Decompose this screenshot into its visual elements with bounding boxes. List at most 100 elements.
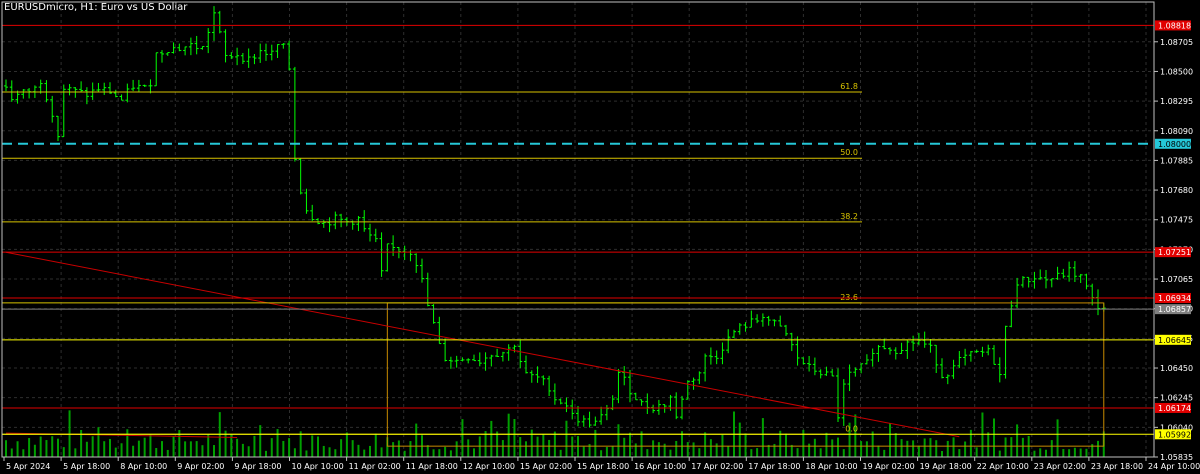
- candle: [131, 79, 136, 92]
- candle: [177, 43, 182, 52]
- price-label-text: 1.08818: [1158, 21, 1191, 30]
- x-tick-label: 18 Apr 10:00: [805, 462, 857, 471]
- candle: [963, 348, 968, 366]
- candle: [674, 392, 679, 420]
- y-tick-label: 1.08705: [1160, 38, 1193, 47]
- candle: [587, 411, 592, 428]
- x-tick-label: 5 Apr 2024: [6, 462, 50, 471]
- candle: [928, 339, 933, 353]
- fibo-level-label: 23.6: [840, 293, 858, 302]
- candle: [789, 332, 794, 352]
- x-tick-label: 12 Apr 10:00: [463, 462, 515, 471]
- candle: [96, 82, 101, 92]
- candle: [570, 399, 575, 420]
- candle: [304, 188, 309, 214]
- candle: [934, 344, 939, 373]
- candle: [795, 336, 800, 366]
- candle: [651, 404, 656, 414]
- candle: [870, 348, 875, 367]
- price-line-label: 1.08000: [1155, 138, 1191, 149]
- candle: [841, 379, 846, 426]
- x-tick-label: 22 Apr 10:00: [977, 462, 1029, 471]
- candle: [79, 81, 84, 93]
- candle: [1049, 278, 1054, 288]
- candle: [506, 344, 511, 361]
- price-line-label: 1.05992: [1155, 429, 1191, 440]
- candle: [893, 347, 898, 360]
- y-axis: 1.08705 1.08500 1.08295 1.08090 1.07885 1.076…: [1154, 20, 1193, 462]
- candle: [489, 354, 494, 367]
- candle: [1061, 268, 1066, 279]
- price-label-text: 1.07251: [1158, 248, 1191, 257]
- y-tick-label: 1.08090: [1160, 127, 1193, 136]
- candle: [997, 357, 1002, 383]
- candle: [535, 366, 540, 383]
- candle: [454, 355, 459, 368]
- candle: [1020, 276, 1025, 288]
- price-label-text: 1.06174: [1158, 404, 1191, 413]
- candle: [622, 366, 627, 386]
- candle: [50, 95, 55, 123]
- price-label-text: 1.06934: [1158, 294, 1191, 303]
- candle: [356, 215, 361, 232]
- fibo-level-label: 50.0: [840, 148, 858, 157]
- candle: [102, 82, 107, 95]
- candle: [1015, 277, 1020, 309]
- candle: [714, 350, 719, 365]
- candle: [974, 349, 979, 354]
- candle: [4, 79, 8, 92]
- candle: [888, 347, 892, 355]
- candle: [737, 323, 742, 335]
- y-tick-label: 1.08500: [1160, 67, 1193, 76]
- candle: [142, 84, 147, 88]
- candle: [639, 399, 644, 406]
- candle: [425, 272, 430, 307]
- price-label-text: 1.06857: [1158, 305, 1191, 314]
- candle: [125, 83, 130, 103]
- candle: [992, 345, 996, 365]
- candle: [56, 115, 60, 141]
- candle: [576, 405, 580, 427]
- trendline: [5, 251, 960, 438]
- candle: [708, 347, 713, 365]
- candle: [362, 210, 367, 232]
- price-label-text: 1.08000: [1158, 140, 1191, 149]
- candle: [760, 313, 765, 327]
- candle: [772, 319, 777, 327]
- candle: [749, 310, 754, 328]
- candle: [732, 329, 736, 339]
- x-tick-label: 15 Apr 18:00: [577, 462, 629, 471]
- candle: [333, 211, 338, 230]
- x-axis: 5 Apr 2024 5 Apr 18:00 8 Apr 10:00 9 Apr 02…: [3, 457, 1200, 471]
- candle: [945, 374, 950, 385]
- candle: [986, 344, 991, 356]
- x-tick-label: 15 Apr 02:00: [520, 462, 572, 471]
- candle: [662, 404, 667, 413]
- price-chart[interactable]: 61.8 50.0 38.2 23.6 0.0 1.08705 1.08500 1.08295…: [0, 0, 1200, 474]
- price-line-label: 1.07251: [1155, 247, 1191, 258]
- volume-histogram: [5, 410, 1105, 457]
- candle: [385, 243, 390, 272]
- candle: [420, 258, 424, 283]
- candle: [697, 371, 702, 385]
- candle: [154, 52, 159, 87]
- candle: [1009, 300, 1014, 328]
- candle: [656, 399, 661, 415]
- candle: [864, 354, 869, 365]
- x-tick-label: 19 Apr 02:00: [863, 462, 915, 471]
- candle: [778, 315, 783, 327]
- x-tick-label: 5 Apr 18:00: [63, 462, 110, 471]
- candle: [801, 357, 806, 365]
- candle: [807, 355, 812, 372]
- candle: [379, 232, 384, 277]
- candle: [633, 392, 638, 401]
- candle: [113, 89, 118, 98]
- candle: [448, 356, 453, 369]
- candle: [90, 82, 95, 100]
- x-tick-label: 8 Apr 10:00: [120, 462, 167, 471]
- candle: [541, 375, 546, 386]
- candle: [812, 357, 817, 376]
- candle: [252, 54, 257, 65]
- candle: [703, 353, 708, 382]
- candle: [784, 324, 788, 337]
